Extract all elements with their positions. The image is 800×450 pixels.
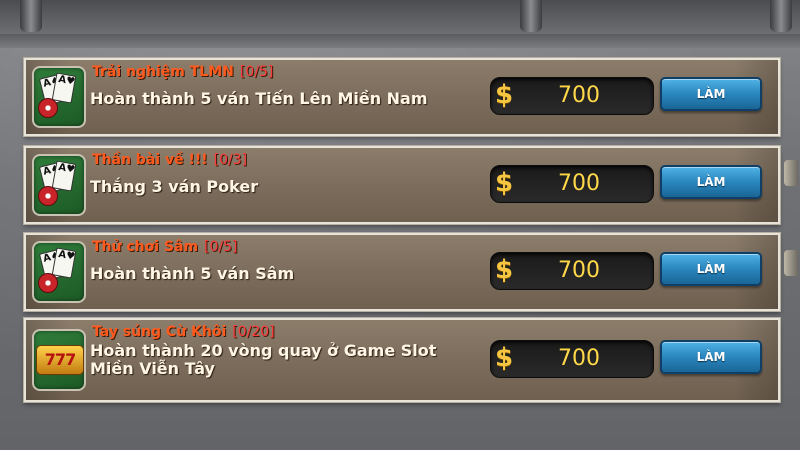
quest-description: Hoàn thành 5 ván Sâm — [90, 264, 295, 283]
binder-ring — [520, 0, 542, 32]
reward-box: $ 700 — [490, 340, 654, 378]
poker-chip — [38, 186, 58, 206]
quest-progress: [0/5] — [204, 239, 238, 255]
playing-card: A♥ — [51, 160, 77, 192]
poker-chip — [38, 273, 58, 293]
do-quest-button[interactable]: LÀM — [660, 340, 762, 374]
do-quest-button[interactable]: LÀM — [660, 77, 762, 111]
reward-value: 700 — [558, 258, 600, 283]
quest-progress: [0/3] — [213, 152, 248, 168]
side-hook — [784, 250, 798, 276]
quest-title-text: Thần bài về !!! — [92, 152, 208, 168]
dollar-icon: $ — [495, 343, 514, 373]
quest-title-text: Tay súng Cừ Khôi — [92, 324, 227, 340]
binder-ring — [20, 0, 42, 32]
quest-description: Hoàn thành 5 ván Tiến Lên Miền Nam — [90, 89, 428, 108]
reward-value: 700 — [558, 171, 600, 196]
frame-edge — [0, 34, 800, 48]
quest-item: 777 Tay súng Cừ Khôi [0/20] Hoàn thành 20… — [24, 318, 780, 402]
quest-title-text: Thử chơi Sâm — [92, 239, 199, 255]
quest-description: Thắng 3 ván Poker — [90, 177, 259, 196]
quest-title: Trải nghiệm TLMN [0/5] — [92, 64, 273, 80]
reward-value: 700 — [558, 346, 600, 371]
reward-box: $ 700 — [490, 77, 654, 115]
quest-item: A♠ A♥ Trải nghiệm TLMN [0/5] Hoàn thành 5… — [24, 58, 780, 136]
dollar-icon: $ — [495, 255, 514, 285]
playing-card: A♥ — [51, 72, 77, 104]
quest-item: A♠ A♥ Thần bài về !!! [0/3] Thắng 3 ván P… — [24, 146, 780, 224]
binder-ring — [770, 0, 792, 32]
quest-board: A♠ A♥ Trải nghiệm TLMN [0/5] Hoàn thành 5… — [0, 0, 800, 450]
playing-card: A♥ — [51, 247, 77, 279]
do-quest-button[interactable]: LÀM — [660, 165, 762, 199]
dollar-icon: $ — [495, 80, 514, 110]
quest-title: Tay súng Cừ Khôi [0/20] — [92, 324, 275, 340]
quest-title: Thần bài về !!! [0/3] — [92, 152, 247, 168]
dollar-icon: $ — [495, 168, 514, 198]
quest-description: Hoàn thành 20 vòng quay ở Game Slot Miền… — [90, 341, 437, 378]
quest-title-text: Trải nghiệm TLMN — [92, 64, 234, 80]
top-frame — [0, 0, 800, 36]
do-quest-button[interactable]: LÀM — [660, 252, 762, 286]
reward-box: $ 700 — [490, 165, 654, 203]
side-hook — [784, 160, 798, 186]
poker-chip — [38, 98, 58, 118]
reward-box: $ 700 — [490, 252, 654, 290]
reward-value: 700 — [558, 83, 600, 108]
cards-chips-icon: A♠ A♥ — [32, 66, 86, 128]
quest-progress: [0/20] — [232, 324, 275, 340]
slot-777-glyph: 777 — [36, 345, 84, 375]
quest-progress: [0/5] — [239, 64, 274, 80]
cards-chips-icon: A♠ A♥ — [32, 241, 86, 303]
cards-chips-icon: A♠ A♥ — [32, 154, 86, 216]
quest-title: Thử chơi Sâm [0/5] — [92, 239, 238, 255]
slot-777-icon: 777 — [32, 329, 86, 391]
quest-item: A♠ A♥ Thử chơi Sâm [0/5] Hoàn thành 5 ván… — [24, 233, 780, 311]
